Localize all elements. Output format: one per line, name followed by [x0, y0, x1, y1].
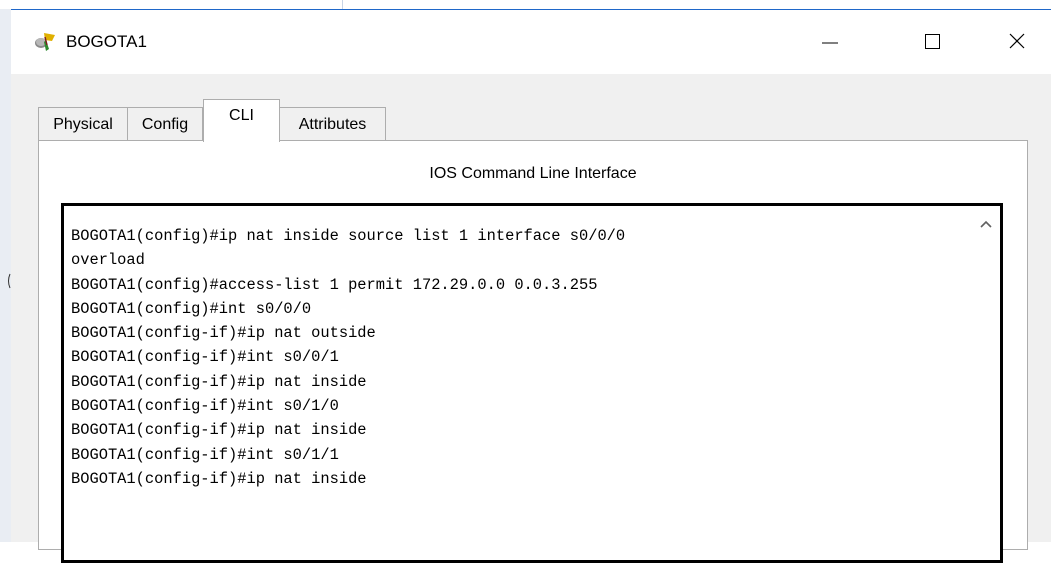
cli-panel: IOS Command Line Interface BOGOTA1(confi… [38, 140, 1028, 563]
cli-line: BOGOTA1(config-if)#int s0/0/1 [71, 348, 339, 367]
maximize-icon [925, 34, 940, 49]
cli-line: BOGOTA1(config-if)#int s0/1/1 [71, 445, 339, 464]
tab-attributes[interactable]: Attributes [279, 107, 386, 141]
background-divider [342, 0, 343, 9]
panel-title: IOS Command Line Interface [429, 165, 637, 182]
cli-console[interactable]: BOGOTA1(config)#ip nat inside source lis… [61, 203, 1003, 563]
tab-physical[interactable]: Physical [38, 107, 128, 141]
cli-line: BOGOTA1(config)#ip nat inside source lis… [71, 227, 626, 245]
cli-line: BOGOTA1(config-if)#ip nat inside [71, 469, 367, 488]
window-title: BOGOTA1 [66, 32, 147, 51]
tab-bar: Physical Config CLI Attributes [38, 97, 498, 142]
tab-label: CLI [229, 107, 254, 124]
close-icon [1009, 33, 1025, 49]
cli-line: BOGOTA1(config-if)#ip nat inside [71, 372, 367, 391]
minimize-icon [822, 42, 838, 44]
cli-line: overload [71, 251, 145, 270]
router-device-icon [35, 33, 55, 51]
cli-line: BOGOTA1(config-if)#ip nat inside [71, 421, 367, 440]
maximize-button[interactable] [909, 24, 955, 60]
cli-line: BOGOTA1(config)#access-list 1 permit 172… [71, 275, 598, 294]
tab-label: Physical [53, 115, 113, 133]
tab-cli[interactable]: CLI [203, 99, 280, 142]
tab-label: Attributes [298, 115, 367, 133]
tab-label: Config [141, 115, 189, 133]
tab-config[interactable]: Config [127, 107, 203, 141]
scroll-up-icon[interactable] [979, 218, 993, 230]
background-window-top [0, 0, 1051, 9]
close-button[interactable] [994, 24, 1040, 60]
device-window: BOGOTA1 Physical Config CLI Attributes I… [11, 9, 1051, 563]
cli-line: BOGOTA1(config-if)#ip nat outside [71, 324, 376, 343]
minimize-button[interactable] [807, 24, 853, 60]
cli-line: BOGOTA1(config-if)#int s0/1/0 [71, 397, 339, 416]
cli-output[interactable]: BOGOTA1(config)#ip nat inside source lis… [71, 224, 970, 491]
cli-line: BOGOTA1(config)#int s0/0/0 [71, 299, 312, 318]
title-bar[interactable]: BOGOTA1 [11, 10, 1051, 74]
